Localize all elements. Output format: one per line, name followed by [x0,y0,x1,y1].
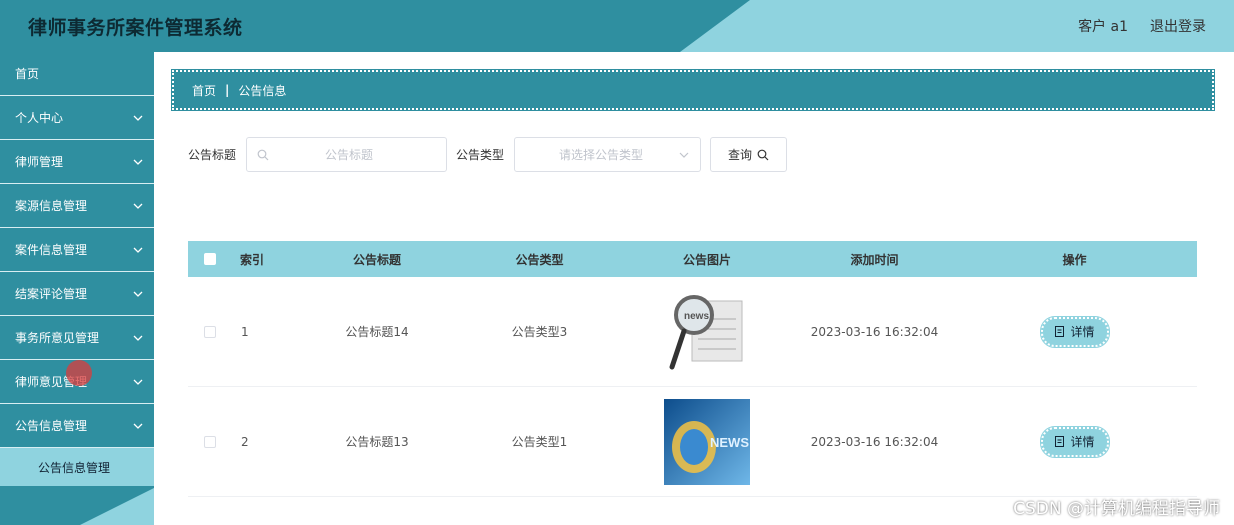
chevron-down-icon [133,423,143,429]
row-title: 公告标题13 [345,435,409,449]
sidebar-item-closing-comments[interactable]: 结案评论管理 [0,272,154,316]
sidebar-decoration [80,485,154,525]
header-time: 添加时间 [850,252,899,267]
row-time: 2023-03-16 16:32:04 [810,324,939,339]
document-icon [1055,436,1065,447]
sidebar-item-firm-opinions[interactable]: 事务所意见管理 [0,316,154,360]
row-title: 公告标题14 [345,325,409,339]
current-user-label[interactable]: 客户 a1 [1078,16,1128,36]
header-user-area: 客户 a1 退出登录 [1078,16,1206,36]
type-select-placeholder: 请选择公告类型 [559,148,644,162]
type-select[interactable]: 请选择公告类型 [514,137,702,172]
breadcrumb-home[interactable]: 首页 [192,82,216,99]
sidebar-item-label: 案件信息管理 [15,243,88,257]
table-header: 索引 公告标题 公告类型 公告图片 添加时间 操作 [188,241,1197,277]
news-blue-image: NEWS [664,398,750,485]
chevron-down-icon [133,335,143,341]
header-type: 公告类型 [515,252,564,267]
watermark: CSDN @计算机编程指导师 [1013,499,1220,519]
query-button[interactable]: 查询 [710,137,788,172]
select-all-checkbox[interactable] [204,253,216,265]
document-icon [1055,326,1065,337]
title-search-label: 公告标题 [188,148,237,162]
sidebar-item-announcements[interactable]: 公告信息管理 [0,404,154,448]
title-search-placeholder: 公告标题 [325,148,374,162]
detail-button-label: 详情 [1070,325,1095,339]
table-row: 1 公告标题14 公告类型3 news 2023-03-16 16:32:04 … [188,277,1197,387]
sidebar-item-personal-center[interactable]: 个人中心 [0,96,154,140]
search-icon [257,149,269,160]
title-search-input[interactable]: 公告标题 [246,137,448,172]
sidebar-item-home[interactable]: 首页 [0,52,154,96]
chevron-down-icon [133,379,143,385]
row-type: 公告类型1 [511,435,568,449]
chevron-down-icon [133,291,143,297]
chevron-down-icon [133,159,143,165]
sidebar-item-label: 个人中心 [15,111,64,125]
chevron-down-icon [679,152,689,158]
sidebar: 首页 个人中心 律师管理 案源信息管理 案件信息管理 结案评论管理 事务所意见管… [0,52,154,525]
sidebar-item-label: 公告信息管理 [15,419,88,433]
detail-button-label: 详情 [1070,435,1095,449]
query-button-label: 查询 [728,148,753,162]
header-image: 公告图片 [682,252,731,267]
svg-text:news: news [684,311,709,322]
row-index: 2 [241,434,249,449]
sidebar-item-label: 律师管理 [15,155,64,169]
row-checkbox[interactable] [204,325,216,338]
news-magnifier-image: news [664,288,750,375]
sidebar-item-lawyer-management[interactable]: 律师管理 [0,140,154,184]
app-title: 律师事务所案件管理系统 [28,17,243,39]
sidebar-item-label: 首页 [15,67,40,81]
sidebar-subitem-announcement-management[interactable]: 公告信息管理 [0,448,154,486]
detail-button[interactable]: 详情 [1039,425,1110,458]
sidebar-item-label: 结案评论管理 [15,287,88,301]
header-index: 索引 [240,252,265,267]
chevron-down-icon [133,247,143,253]
row-type: 公告类型3 [511,325,568,339]
header-title: 公告标题 [352,252,401,267]
logout-button[interactable]: 退出登录 [1150,16,1206,36]
row-checkbox[interactable] [204,435,216,448]
sidebar-item-case-info[interactable]: 案件信息管理 [0,228,154,272]
sidebar-item-case-source[interactable]: 案源信息管理 [0,184,154,228]
detail-button[interactable]: 详情 [1039,315,1110,348]
row-time: 2023-03-16 16:32:04 [810,434,939,449]
top-header: 律师事务所案件管理系统 客户 a1 退出登录 [0,0,1234,52]
search-bar: 公告标题 公告标题 公告类型 请选择公告类型 查询 [188,137,788,172]
table-row: 2 公告标题13 公告类型1 NEWS 2023-03-16 16:32:04 … [188,387,1197,497]
chevron-down-icon [133,203,143,209]
sidebar-subitem-label: 公告信息管理 [38,460,111,475]
search-icon [757,149,769,160]
row-index: 1 [241,324,249,339]
svg-text:NEWS: NEWS [710,435,749,450]
type-search-label: 公告类型 [456,148,505,162]
breadcrumb-current: 公告信息 [238,83,287,98]
breadcrumb: 首页 | 公告信息 [171,69,1215,111]
announcement-table: 索引 公告标题 公告类型 公告图片 添加时间 操作 1 公告标题14 公告类型3… [188,241,1197,497]
header-operation: 操作 [1062,252,1087,267]
breadcrumb-separator: | [225,83,230,97]
mouse-cursor-indicator [66,360,92,386]
sidebar-item-label: 事务所意见管理 [15,331,100,345]
sidebar-item-label: 案源信息管理 [15,199,88,213]
chevron-down-icon [133,115,143,121]
